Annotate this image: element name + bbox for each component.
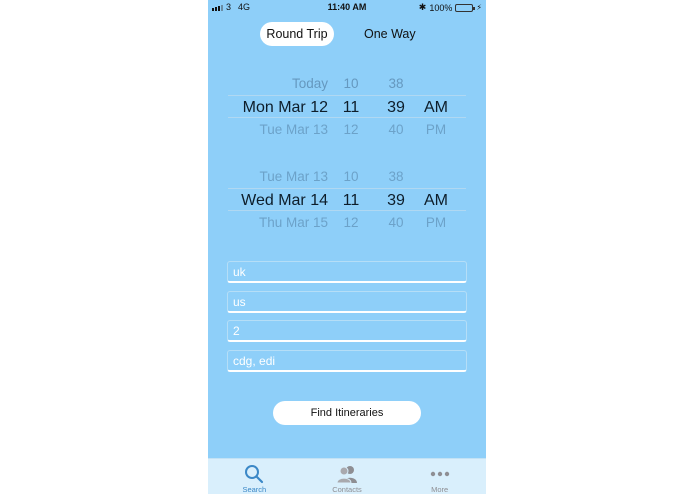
origin-field[interactable] <box>227 261 467 283</box>
picker-date: Tue Mar 13 <box>259 122 328 137</box>
departure-date-picker[interactable]: Today 10 38 Mon Mar 12 11 39 AM Tue Mar … <box>228 72 466 141</box>
battery-icon <box>455 3 476 12</box>
passengers-field[interactable] <box>227 320 467 342</box>
picker-hour: 11 <box>342 99 360 116</box>
bluetooth-icon: ✱ <box>418 2 427 12</box>
picker-row-selected[interactable]: Mon Mar 12 11 39 AM <box>228 95 466 118</box>
tab-search[interactable]: Search <box>208 459 301 494</box>
trip-type-segment: Round Trip One Way <box>260 22 424 46</box>
picker-date: Tue Mar 13 <box>259 169 328 184</box>
picker-ampm: PM <box>425 215 447 230</box>
picker-row[interactable]: Thu Mar 15 12 40 PM <box>228 211 466 234</box>
picker-minute: 38 <box>388 76 404 91</box>
picker-date: Wed Mar 14 <box>241 192 328 209</box>
picker-hour: 10 <box>343 76 359 91</box>
battery-percent: 100% <box>429 2 453 13</box>
picker-row[interactable]: Today 10 38 <box>228 72 466 95</box>
picker-hour: 12 <box>343 122 359 137</box>
picker-hour: 10 <box>343 169 359 184</box>
status-bar: 3 4G 11:40 AM ✱ 100% ⚡ <box>208 0 486 14</box>
tab-label: More <box>431 485 449 494</box>
return-date-picker[interactable]: Tue Mar 13 10 38 Wed Mar 14 11 39 AM Thu… <box>228 165 466 234</box>
picker-hour: 12 <box>343 215 359 230</box>
status-right: ✱ 100% ⚡ <box>419 2 482 13</box>
tab-label: Contacts <box>332 485 362 494</box>
picker-row[interactable]: Tue Mar 13 12 40 PM <box>228 118 466 141</box>
picker-date: Today <box>291 76 328 91</box>
tab-bar: Search Contacts More <box>208 458 486 494</box>
picker-row[interactable]: Tue Mar 13 10 38 <box>228 165 466 188</box>
destination-field[interactable] <box>227 291 467 313</box>
airports-field[interactable] <box>227 350 467 372</box>
round-trip-tab[interactable]: Round Trip <box>260 22 334 46</box>
more-icon <box>429 463 451 484</box>
tab-more[interactable]: More <box>393 459 486 494</box>
picker-date: Thu Mar 15 <box>258 215 328 230</box>
picker-minute: 38 <box>388 169 404 184</box>
picker-hour: 11 <box>342 192 360 209</box>
charging-icon: ⚡ <box>476 3 482 12</box>
picker-minute: 40 <box>388 215 404 230</box>
picker-row-selected[interactable]: Wed Mar 14 11 39 AM <box>228 188 466 211</box>
contacts-icon <box>334 463 360 484</box>
picker-minute: 40 <box>388 122 404 137</box>
search-icon <box>244 463 264 484</box>
picker-minute: 39 <box>387 192 405 209</box>
find-itineraries-button[interactable]: Find Itineraries <box>273 401 421 425</box>
picker-minute: 39 <box>387 99 405 116</box>
one-way-tab[interactable]: One Way <box>356 22 424 46</box>
picker-ampm: PM <box>425 122 447 137</box>
picker-date: Mon Mar 12 <box>242 99 328 116</box>
tab-contacts[interactable]: Contacts <box>301 459 394 494</box>
app-screen: 3 4G 11:40 AM ✱ 100% ⚡ Round Trip One Wa… <box>208 0 486 494</box>
picker-ampm: AM <box>424 192 448 209</box>
picker-ampm: AM <box>424 99 448 116</box>
tab-label: Search <box>242 485 267 494</box>
